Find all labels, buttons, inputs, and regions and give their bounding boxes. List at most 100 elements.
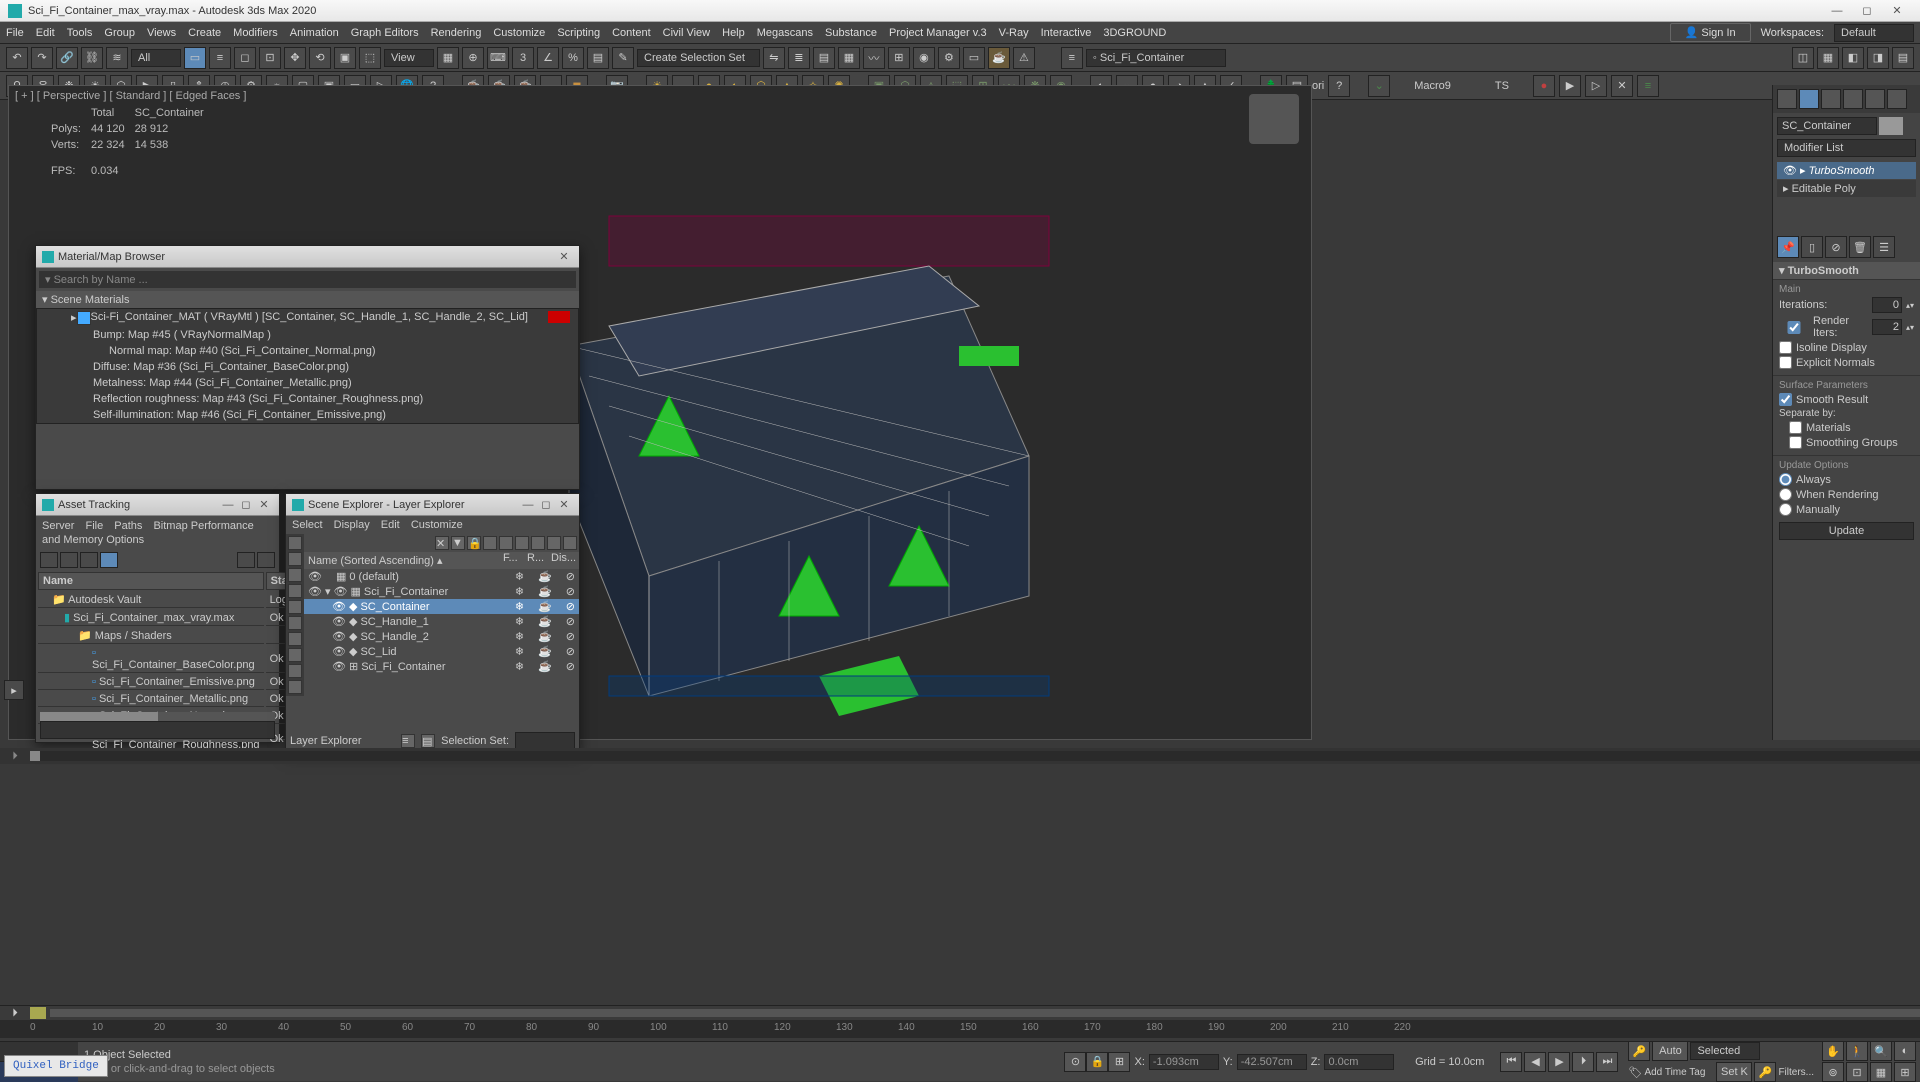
menu-edit[interactable]: Edit [36, 27, 55, 39]
tab-hierarchy[interactable] [1821, 89, 1841, 109]
st-l[interactable]: 🔒 [467, 536, 481, 550]
pivot-button[interactable]: ▦ [437, 47, 459, 69]
menu-tools[interactable]: Tools [67, 27, 93, 39]
asset-menu-file[interactable]: File [85, 520, 103, 532]
mat-row-emissive[interactable]: Self-illumination: Map #46 (Sci_Fi_Conta… [37, 407, 578, 423]
asset-menu-paths[interactable]: Paths [114, 520, 142, 532]
named-selset-dropdown[interactable]: Create Selection Set [637, 49, 760, 67]
mirror-button[interactable]: ⇋ [763, 47, 785, 69]
minimize-button[interactable]: — [1822, 2, 1852, 20]
snap3-button[interactable]: 3 [512, 47, 534, 69]
mat-row-normal[interactable]: Normal map: Map #40 (Sci_Fi_Container_No… [37, 343, 578, 359]
scene-close[interactable]: ✕ [555, 497, 573, 513]
time-slider[interactable] [30, 1007, 46, 1019]
matbrowser-close[interactable]: ✕ [555, 249, 573, 265]
key-filters-button[interactable]: Filters... [1778, 1067, 1814, 1078]
se-ico6[interactable] [288, 616, 302, 630]
st-x[interactable]: ✕ [435, 536, 449, 550]
scene-col-r[interactable]: R... [527, 552, 551, 569]
asset-tb1[interactable] [40, 552, 58, 568]
timeline-expand-icon[interactable]: ⏵ [0, 1007, 30, 1020]
window-cross-button[interactable]: ⊡ [259, 47, 281, 69]
se-ico5[interactable] [288, 600, 302, 614]
menu-content[interactable]: Content [612, 27, 651, 39]
lock-button[interactable]: 🔒 [1086, 1052, 1108, 1072]
object-color-swatch[interactable] [1879, 117, 1903, 135]
coord-x[interactable] [1149, 1054, 1219, 1070]
rec-x-icon[interactable]: ✕ [1611, 75, 1633, 97]
pin-stack-button[interactable]: 📌 [1777, 236, 1799, 258]
mat-row-metal[interactable]: Metalness: Map #44 (Sci_Fi_Container_Met… [37, 375, 578, 391]
se-ico2[interactable] [288, 552, 302, 566]
scene-min[interactable]: — [519, 497, 537, 513]
time-scale[interactable]: 0102030405060708090100110120130140150160… [0, 1020, 1920, 1038]
scene-footer-btn1[interactable]: ≡ [401, 734, 415, 748]
bind-button[interactable]: ≋ [106, 47, 128, 69]
scene-menu-display[interactable]: Display [334, 519, 370, 531]
curve-editor-button[interactable]: 〰 [863, 47, 885, 69]
sep-smgroups-check[interactable] [1789, 436, 1802, 449]
percent-snap-button[interactable]: % [562, 47, 584, 69]
region-rect-button[interactable]: ◻ [234, 47, 256, 69]
asset-tb4[interactable] [100, 552, 118, 568]
modifier-list-dropdown[interactable]: Modifier List [1777, 139, 1916, 157]
obj-lid[interactable]: 👁 ◆ SC_Lid❄☕⊘ [304, 644, 579, 659]
angle-snap-button[interactable]: ∠ [537, 47, 559, 69]
timeline[interactable]: ⏵ 01020304050607080901001101201301401501… [0, 1005, 1920, 1041]
se-ico7[interactable] [288, 632, 302, 646]
menu-3dground[interactable]: 3DGROUND [1103, 27, 1166, 39]
stack-show-button[interactable]: ▯ [1801, 236, 1823, 258]
mat-row-main[interactable]: ▸ Sci-Fi_Container_MAT ( VRayMtl ) [SC_C… [37, 309, 578, 327]
goto-end-button[interactable]: ⏭ [1596, 1052, 1618, 1072]
sep-materials-check[interactable] [1789, 421, 1802, 434]
rec-dot-icon[interactable]: ● [1533, 75, 1555, 97]
macro-down-icon[interactable]: ⌄ [1368, 75, 1390, 97]
placement-button[interactable]: ⬚ [359, 47, 381, 69]
menu-modifiers[interactable]: Modifiers [233, 27, 278, 39]
material-editor-button[interactable]: ◉ [913, 47, 935, 69]
menu-vray[interactable]: V-Ray [999, 27, 1029, 39]
scene-menu-customize[interactable]: Customize [411, 519, 463, 531]
move-button[interactable]: ✥ [284, 47, 306, 69]
menu-rendering[interactable]: Rendering [431, 27, 482, 39]
scene-footer-btn2[interactable]: ▤ [421, 734, 435, 748]
mat-row-diffuse[interactable]: Diffuse: Map #36 (Sci_Fi_Container_BaseC… [37, 359, 578, 375]
selection-filter-dropdown[interactable]: All [131, 49, 181, 67]
menu-scripting[interactable]: Scripting [557, 27, 600, 39]
scene-explorer-window[interactable]: Scene Explorer - Layer Explorer — ◻ ✕ Se… [285, 493, 580, 753]
asset-max[interactable]: ◻ [237, 497, 255, 513]
st-f[interactable]: ▼ [451, 536, 465, 550]
matbrowser-search[interactable]: Search by Name ... [54, 274, 148, 286]
add-time-tag[interactable]: Add Time Tag [1644, 1067, 1714, 1078]
layers-button[interactable]: ▤ [813, 47, 835, 69]
update-always-radio[interactable] [1779, 473, 1792, 486]
menu-projectmgr[interactable]: Project Manager v.3 [889, 27, 987, 39]
toggle-ribbon-button[interactable]: ▦ [838, 47, 860, 69]
menu-customize[interactable]: Customize [493, 27, 545, 39]
stack-remove-button[interactable]: 🗑 [1849, 236, 1871, 258]
tab-modify[interactable] [1799, 89, 1819, 109]
scene-col-name[interactable]: Name (Sorted Ascending) ▴ [304, 552, 503, 569]
asset-tb6[interactable] [257, 552, 275, 568]
timetag-icon[interactable]: 🏷 [1628, 1066, 1642, 1079]
asset-tb5[interactable] [237, 552, 255, 568]
select-button[interactable]: ▭ [184, 47, 206, 69]
asset-close[interactable]: ✕ [255, 497, 273, 513]
st-4[interactable] [531, 536, 545, 550]
align-button[interactable]: ≣ [788, 47, 810, 69]
st-1[interactable] [483, 536, 497, 550]
tab-motion[interactable] [1843, 89, 1863, 109]
setkey-button[interactable]: Set K [1716, 1062, 1752, 1082]
nav-zoomext-button[interactable]: ⊡ [1846, 1062, 1868, 1082]
editset-button[interactable]: ✎ [612, 47, 634, 69]
material-browser-window[interactable]: Material/Map Browser ✕ ▾ Search by Name … [35, 245, 580, 490]
nav-all-button[interactable]: ▦ [1870, 1062, 1892, 1082]
smooth-result-check[interactable] [1779, 393, 1792, 406]
tab-utilities[interactable] [1887, 89, 1907, 109]
menu-substance[interactable]: Substance [825, 27, 877, 39]
obj-scifi-group[interactable]: 👁 ⊞ Sci_Fi_Container❄☕⊘ [304, 659, 579, 674]
update-manually-radio[interactable] [1779, 503, 1792, 516]
spinner-snap-button[interactable]: ▤ [587, 47, 609, 69]
scene-materials-label[interactable]: Scene Materials [51, 294, 130, 306]
menu-megascans[interactable]: Megascans [757, 27, 813, 39]
